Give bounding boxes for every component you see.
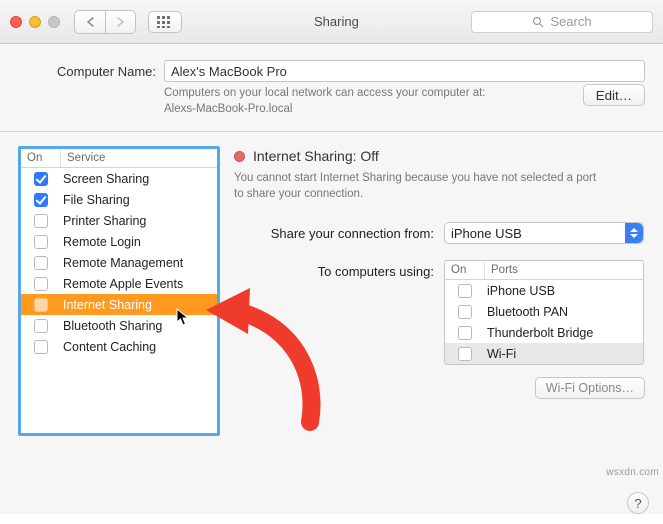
service-list-header: On Service	[21, 149, 217, 168]
service-checkbox[interactable]	[34, 319, 48, 333]
service-row[interactable]: Content Caching	[21, 336, 217, 357]
ports-list[interactable]: On Ports iPhone USB Bluetooth PAN Thunderb…	[444, 260, 644, 365]
ports-header: On Ports	[445, 261, 643, 280]
port-name: Wi-Fi	[485, 347, 643, 361]
wifi-options-button[interactable]: Wi-Fi Options…	[535, 377, 645, 399]
service-list[interactable]: On Service Screen Sharing File Sharing Pri…	[18, 146, 220, 436]
service-row[interactable]: Remote Management	[21, 252, 217, 273]
minimize-window-button[interactable]	[29, 16, 41, 28]
service-checkbox[interactable]	[34, 214, 48, 228]
select-arrows-icon	[625, 223, 643, 243]
service-name: Internet Sharing	[61, 298, 217, 312]
close-window-button[interactable]	[10, 16, 22, 28]
service-checkbox[interactable]	[34, 172, 48, 186]
service-name: Screen Sharing	[61, 172, 217, 186]
search-field[interactable]: Search	[471, 11, 653, 33]
service-name: Printer Sharing	[61, 214, 217, 228]
port-row[interactable]: iPhone USB	[445, 280, 643, 301]
service-checkbox[interactable]	[34, 193, 48, 207]
computer-name-hint: Computers on your local network can acce…	[164, 86, 486, 117]
port-row[interactable]: Thunderbolt Bridge	[445, 322, 643, 343]
service-checkbox[interactable]	[34, 298, 48, 312]
grid-icon	[157, 16, 173, 28]
service-row[interactable]: Internet Sharing	[21, 294, 217, 315]
service-checkbox[interactable]	[34, 277, 48, 291]
port-checkbox[interactable]	[458, 305, 472, 319]
service-row[interactable]: Remote Apple Events	[21, 273, 217, 294]
port-checkbox[interactable]	[458, 284, 472, 298]
search-icon	[532, 16, 544, 28]
share-from-select[interactable]: iPhone USB	[444, 222, 644, 244]
service-checkbox[interactable]	[34, 235, 48, 249]
port-row[interactable]: Wi-Fi	[445, 343, 643, 364]
service-checkbox[interactable]	[34, 340, 48, 354]
service-row[interactable]: Bluetooth Sharing	[21, 315, 217, 336]
status-indicator-icon	[234, 151, 245, 162]
port-checkbox[interactable]	[458, 347, 472, 361]
share-from-value: iPhone USB	[451, 226, 522, 241]
service-name: Remote Management	[61, 256, 217, 270]
computer-name-label: Computer Name:	[18, 64, 156, 79]
service-name: File Sharing	[61, 193, 217, 207]
service-name: Bluetooth Sharing	[61, 319, 217, 333]
show-all-button[interactable]	[148, 11, 182, 33]
port-checkbox[interactable]	[458, 326, 472, 340]
service-name: Remote Apple Events	[61, 277, 217, 291]
service-row[interactable]: Printer Sharing	[21, 210, 217, 231]
edit-hostname-button[interactable]: Edit…	[583, 84, 645, 106]
service-detail: Internet Sharing: Off You cannot start I…	[234, 146, 645, 496]
service-name: Content Caching	[61, 340, 217, 354]
window-controls	[10, 16, 60, 28]
computer-name-panel: Computer Name: Computers on your local n…	[0, 44, 663, 132]
port-name: Thunderbolt Bridge	[485, 326, 643, 340]
share-from-label: Share your connection from:	[234, 226, 434, 241]
service-checkbox[interactable]	[34, 256, 48, 270]
port-name: Bluetooth PAN	[485, 305, 643, 319]
service-name: Remote Login	[61, 235, 217, 249]
watermark: wsxdn.com	[606, 467, 659, 478]
status-description: You cannot start Internet Sharing becaus…	[234, 170, 604, 202]
back-button[interactable]	[75, 11, 105, 33]
nav-back-forward	[74, 10, 136, 34]
ports-header-on: On	[445, 261, 485, 279]
titlebar: Sharing Search	[0, 0, 663, 44]
ports-header-ports: Ports	[485, 261, 643, 279]
help-button[interactable]: ?	[627, 492, 649, 514]
status-title: Internet Sharing: Off	[253, 148, 379, 164]
service-header-on: On	[21, 149, 61, 167]
zoom-window-button[interactable]	[48, 16, 60, 28]
service-row[interactable]: File Sharing	[21, 189, 217, 210]
to-computers-label: To computers using:	[234, 260, 434, 279]
window-title: Sharing	[314, 14, 359, 29]
service-header-service: Service	[61, 149, 217, 167]
port-row[interactable]: Bluetooth PAN	[445, 301, 643, 322]
service-row[interactable]: Screen Sharing	[21, 168, 217, 189]
computer-name-input[interactable]	[164, 60, 645, 82]
port-name: iPhone USB	[485, 284, 643, 298]
main-content: On Service Screen Sharing File Sharing Pri…	[0, 132, 663, 514]
forward-button[interactable]	[105, 11, 135, 33]
search-placeholder: Search	[550, 14, 591, 29]
service-row[interactable]: Remote Login	[21, 231, 217, 252]
